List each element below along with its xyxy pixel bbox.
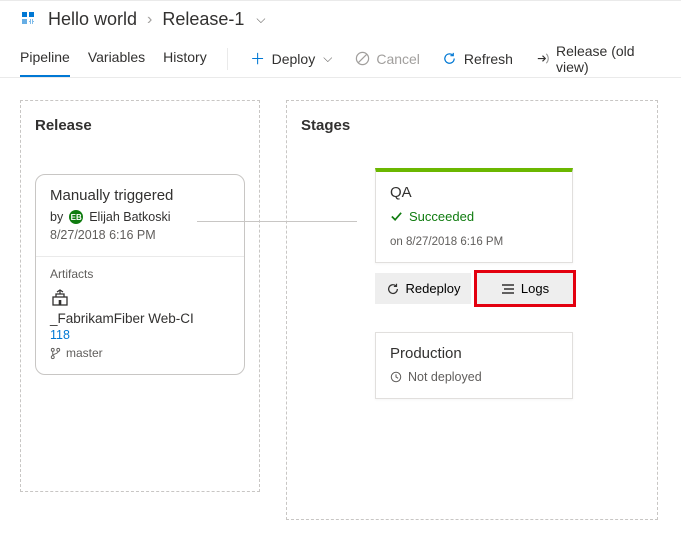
deploy-button[interactable]: ＋ Deploy ⌵ <box>248 45 335 73</box>
release-user: Elijah Batkoski <box>89 210 170 224</box>
release-timestamp: 8/27/2018 6:16 PM <box>50 228 230 242</box>
pipeline-logo-icon <box>20 10 40 30</box>
release-old-view-button[interactable]: Release (old view) <box>533 37 661 81</box>
chevron-right-icon: › <box>147 11 152 29</box>
tab-bar: Pipeline Variables History ＋ Deploy ⌵ Ca… <box>0 36 681 78</box>
branch-icon <box>50 347 61 360</box>
stage-timestamp: on 8/27/2018 6:16 PM <box>390 236 558 248</box>
breadcrumb: Hello world › Release-1 ⌵ <box>48 9 266 30</box>
tab-history[interactable]: History <box>163 41 207 77</box>
refresh-icon <box>442 51 458 67</box>
stage-name: Production <box>390 345 558 362</box>
logs-button[interactable]: Logs <box>477 273 573 304</box>
breadcrumb-current[interactable]: Release-1 <box>162 9 244 30</box>
redeploy-button[interactable]: Redeploy <box>375 273 471 304</box>
stage-status: Not deployed <box>408 370 482 384</box>
logs-icon <box>501 283 515 295</box>
cancel-icon <box>354 51 370 67</box>
stage-name: QA <box>390 184 558 201</box>
chevron-down-icon: ⌵ <box>323 51 332 66</box>
redeploy-label: Redeploy <box>406 281 461 296</box>
cancel-button: Cancel <box>352 45 422 73</box>
refresh-button[interactable]: Refresh <box>440 45 515 73</box>
release-trigger: Manually triggered <box>50 187 230 204</box>
artifacts-label: Artifacts <box>50 267 230 281</box>
release-panel-title: Release <box>35 117 245 134</box>
divider <box>227 48 228 70</box>
release-panel: Release Manually triggered by EB Elijah … <box>20 100 260 492</box>
artifact-branch: master <box>66 346 103 360</box>
logs-label: Logs <box>521 281 549 296</box>
stage-status: Succeeded <box>409 209 474 224</box>
redeploy-icon <box>386 282 400 296</box>
release-card[interactable]: Manually triggered by EB Elijah Batkoski… <box>35 174 245 375</box>
checkmark-icon <box>390 210 403 223</box>
external-link-icon <box>535 51 550 67</box>
by-prefix: by <box>50 210 63 224</box>
build-artifact-icon <box>50 289 230 307</box>
stage-card-qa[interactable]: QA Succeeded on 8/27/2018 6:16 PM <box>375 168 573 263</box>
stages-panel-title: Stages <box>301 117 643 134</box>
chevron-down-icon[interactable]: ⌵ <box>256 12 265 27</box>
artifact-name: _FabrikamFiber Web-CI <box>50 311 230 326</box>
artifact-build-link[interactable]: 118 <box>50 328 230 342</box>
refresh-label: Refresh <box>464 51 513 67</box>
old-view-label: Release (old view) <box>556 43 659 75</box>
plus-icon: ＋ <box>250 51 266 67</box>
breadcrumb-root[interactable]: Hello world <box>48 9 137 30</box>
deploy-label: Deploy <box>272 51 316 67</box>
tab-variables[interactable]: Variables <box>88 41 145 77</box>
cancel-label: Cancel <box>376 51 420 67</box>
avatar: EB <box>69 210 83 224</box>
stages-panel: Stages QA Succeeded on 8/27/2018 6:16 PM <box>286 100 658 520</box>
stage-qa-actions: Redeploy Logs <box>375 273 573 304</box>
stage-connector-line <box>197 221 357 222</box>
breadcrumb-bar: Hello world › Release-1 ⌵ <box>0 0 681 36</box>
stage-card-production[interactable]: Production Not deployed <box>375 332 573 399</box>
content-area: Release Manually triggered by EB Elijah … <box>0 78 681 542</box>
clock-icon <box>390 371 402 383</box>
tab-pipeline[interactable]: Pipeline <box>20 41 70 77</box>
